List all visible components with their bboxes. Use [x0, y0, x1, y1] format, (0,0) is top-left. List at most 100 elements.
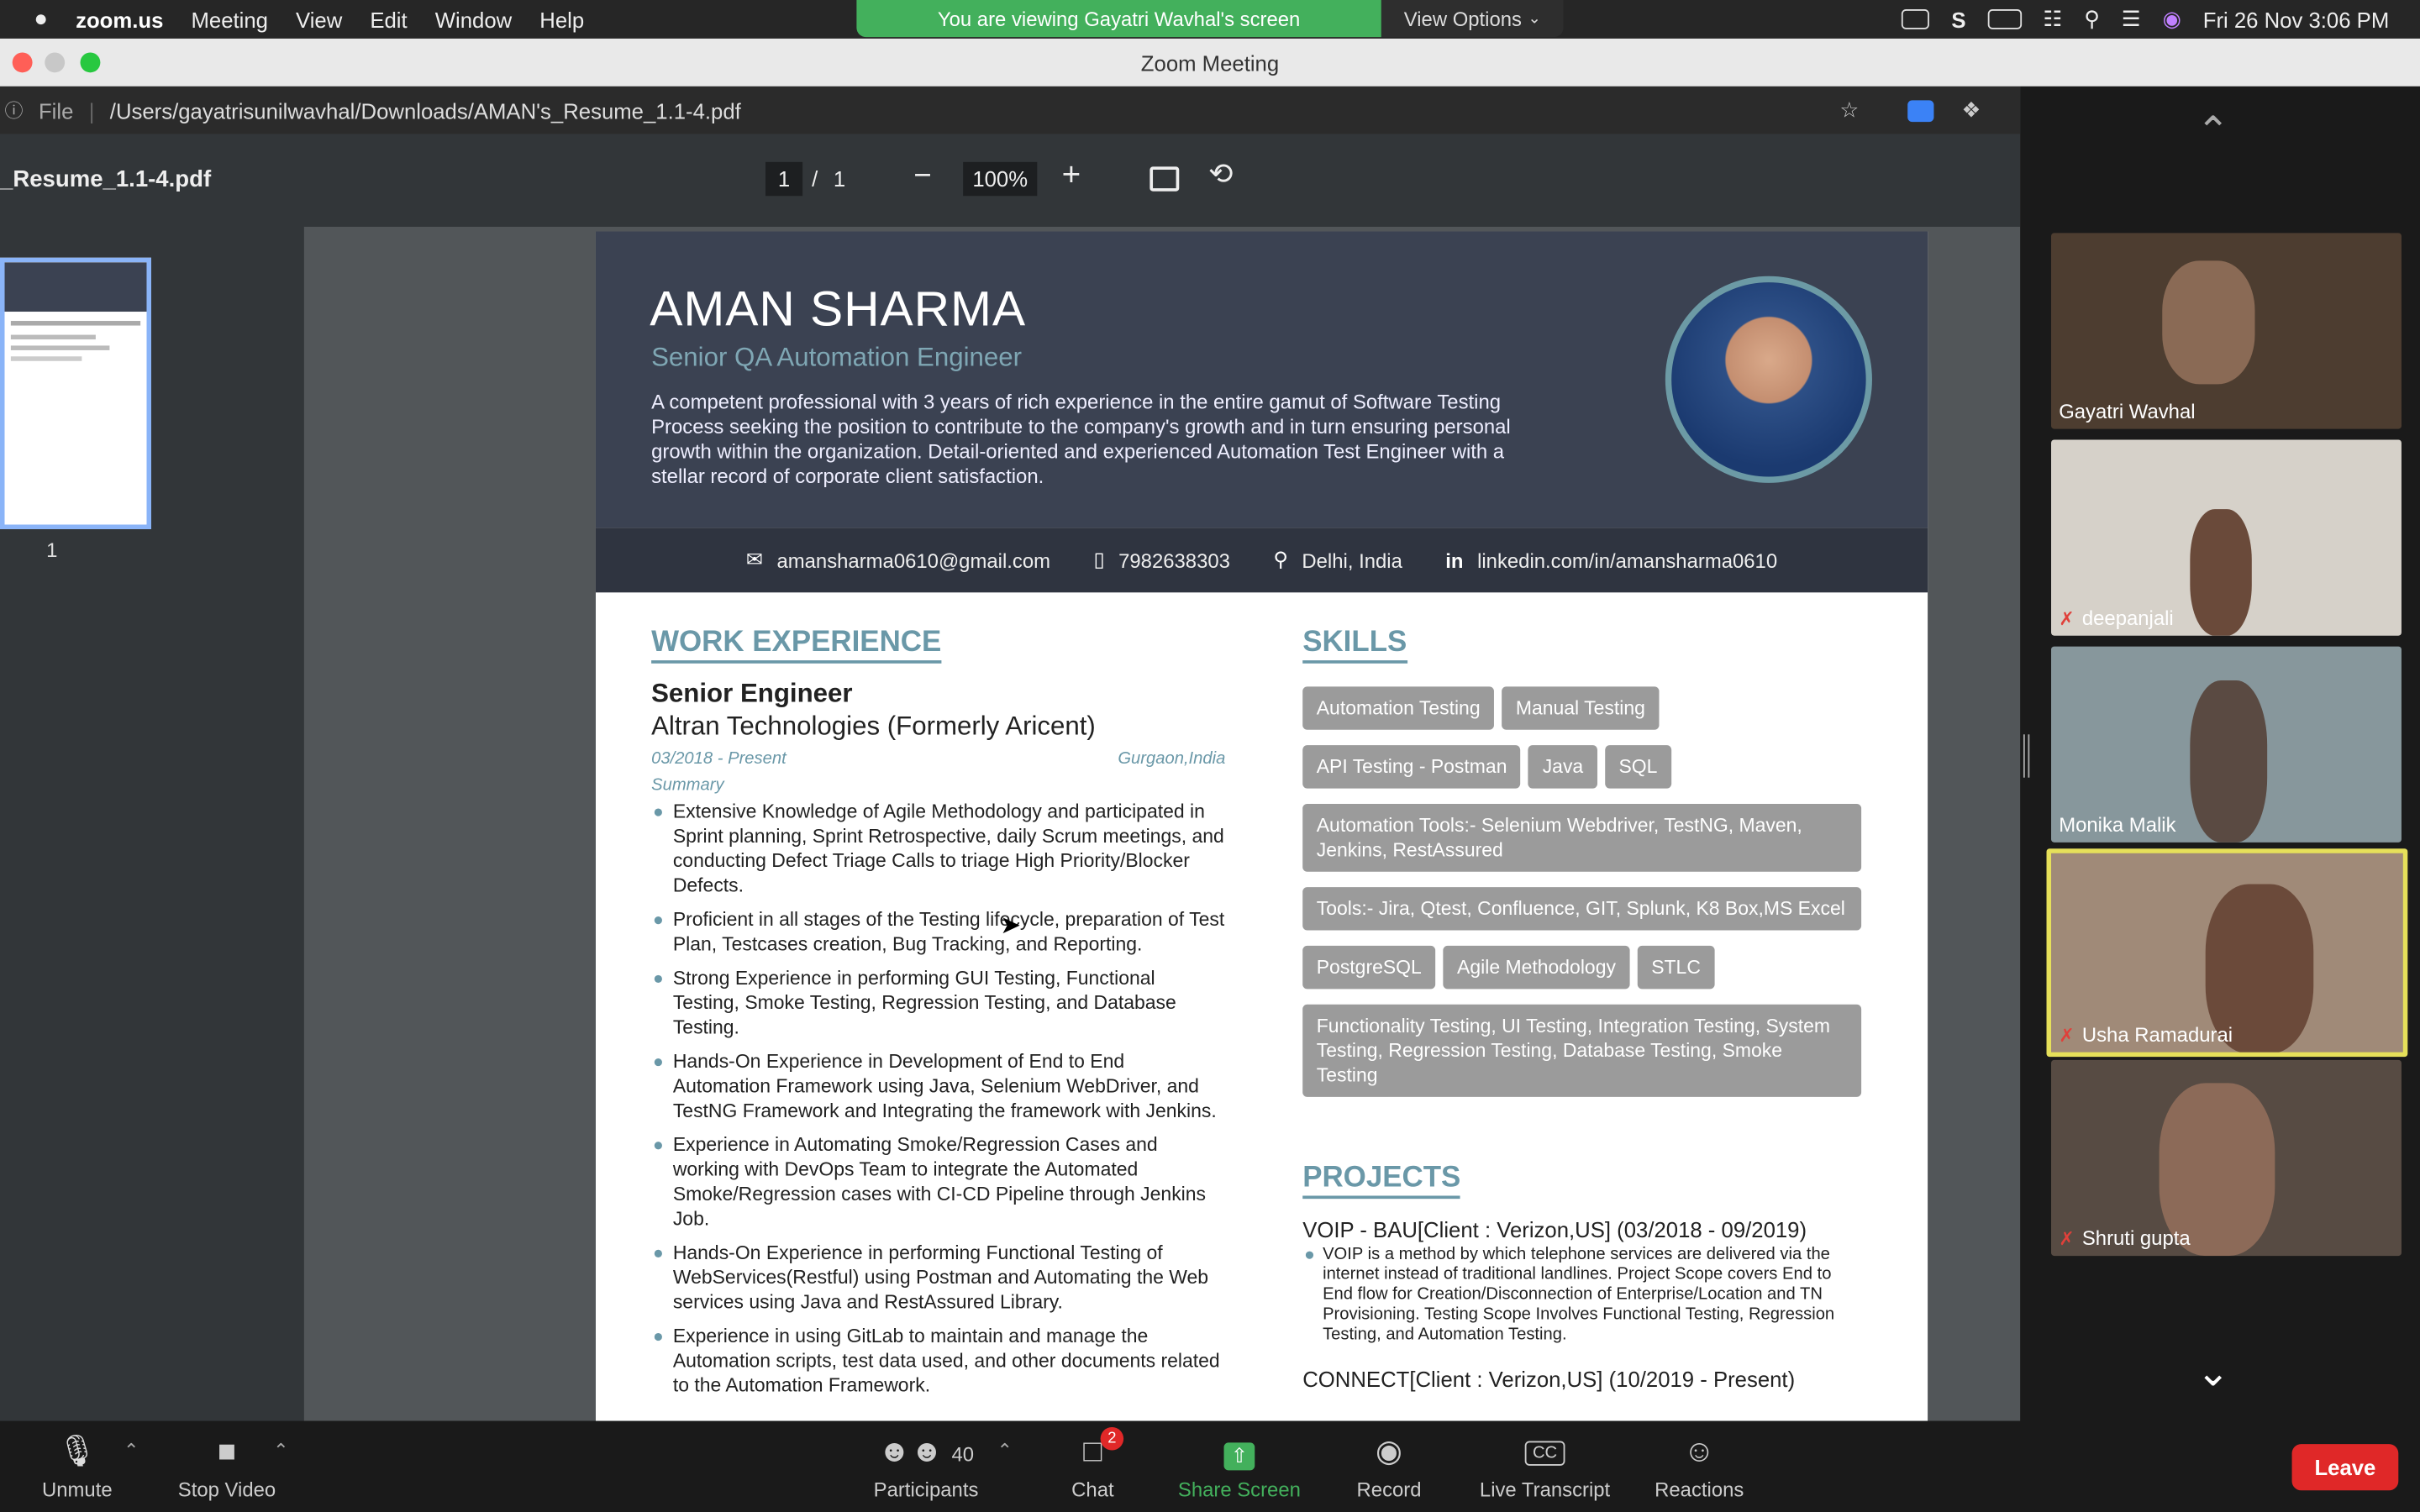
viewing-screen-banner: You are viewing Gayatri Wavhal's screen — [856, 0, 1381, 38]
menu-app-name[interactable]: zoom.us — [76, 7, 163, 31]
thumbnail-page-number: 1 — [46, 538, 58, 562]
experience-bullet: Strong Experience in performing GUI Test… — [651, 966, 1225, 1040]
gallery-down-arrow-icon[interactable]: ⌄ — [2196, 1348, 2230, 1396]
stop-video-button[interactable]: ■ Stop Video — [170, 1421, 284, 1512]
view-options-button[interactable]: View Options ⌄ — [1381, 0, 1564, 38]
file-label: File — [38, 97, 74, 123]
zoom-window-button[interactable] — [80, 52, 101, 73]
record-label: Record — [1356, 1478, 1422, 1502]
menu-help[interactable]: Help — [539, 7, 584, 31]
skill-tag: Automation Tools:- Selenium Webdriver, T… — [1302, 803, 1862, 872]
puzzle-extension-icon[interactable]: ❖ — [1961, 97, 1981, 123]
wifi-icon[interactable]: ☷ — [2043, 6, 2062, 32]
fit-page-icon[interactable] — [1150, 166, 1180, 192]
address-path[interactable]: /Users/gayatrisunilwavhal/Downloads/AMAN… — [110, 98, 741, 123]
menu-view[interactable]: View — [296, 7, 342, 31]
participant-tile[interactable]: ✗ Shruti gupta — [2051, 1059, 2402, 1257]
participant-name: Monika Malik — [2059, 812, 2176, 837]
contact-phone: 7982638303 — [1118, 548, 1230, 572]
minimize-window-button[interactable] — [45, 52, 66, 73]
work-experience-column: WORK EXPERIENCE Senior Engineer Altran T… — [651, 626, 1225, 1407]
resume-role: Senior QA Automation Engineer — [651, 342, 1023, 372]
participant-name: deepanjali — [2081, 606, 2174, 630]
skill-tag: Automation Testing — [1302, 686, 1495, 730]
job-company: Altran Technologies (Formerly Aricent) — [651, 711, 1096, 741]
contact-bar: ✉ amansharma0610@gmail.com ▯ 7982638303 ⚲ D… — [595, 528, 1928, 593]
participant-tile[interactable]: Monika Malik — [2051, 646, 2402, 843]
participants-chevron-icon[interactable]: ⌃ — [997, 1440, 1013, 1462]
leave-button[interactable]: Leave — [2291, 1444, 2399, 1491]
skill-tag: Manual Testing — [1502, 686, 1660, 730]
experience-bullet: Hands-On Experience in performing Functi… — [651, 1241, 1225, 1315]
phone-icon: ▯ — [1093, 548, 1105, 571]
gallery-up-arrow-icon[interactable]: ⌃ — [2196, 108, 2230, 156]
contact-location: Delhi, India — [1302, 548, 1402, 572]
skill-tag: Functionality Testing, UI Testing, Integ… — [1302, 1004, 1862, 1097]
live-transcript-button[interactable]: CC Live Transcript — [1472, 1421, 1618, 1512]
muted-mic-icon: ✗ — [2059, 1023, 2075, 1046]
zoom-level-input[interactable]: 100% — [963, 161, 1038, 197]
project-description: VOIP is a method by which telephone serv… — [1302, 1245, 1865, 1345]
page-thumbnail[interactable] — [0, 257, 152, 530]
video-gallery: ⌃ Gayatri Wavhal ✗ deepanjali Monika Mali… — [2020, 86, 2420, 1421]
window-title-bar: Zoom Meeting — [0, 38, 2420, 87]
page-total: 1 — [833, 166, 846, 192]
chat-bubble-icon: □ — [1083, 1435, 1102, 1469]
star-icon[interactable]: ☆ — [1839, 97, 1859, 123]
live-transcript-label: Live Transcript — [1479, 1478, 1611, 1502]
close-window-button[interactable] — [12, 52, 33, 73]
share-screen-button[interactable]: ⇧ Share Screen — [1173, 1421, 1306, 1512]
view-options-label: View Options — [1403, 7, 1522, 30]
zoom-in-icon[interactable]: + — [1062, 157, 1081, 194]
participant-name: Shruti gupta — [2081, 1226, 2191, 1250]
participant-tile-active-speaker[interactable]: ✗ Usha Ramadurai — [2046, 848, 2408, 1058]
audio-options-chevron-icon[interactable]: ⌃ — [124, 1440, 139, 1462]
battery-icon[interactable] — [1987, 9, 2022, 29]
divider: | — [88, 97, 95, 123]
participant-name: Gayatri Wavhal — [2059, 399, 2196, 423]
menu-edit[interactable]: Edit — [370, 7, 407, 31]
chat-badge: 2 — [1100, 1426, 1124, 1451]
skill-tag: Java — [1528, 745, 1597, 789]
control-center-icon[interactable]: ☰ — [2122, 6, 2141, 32]
zoom-out-icon[interactable]: − — [913, 159, 931, 194]
experience-bullet: Experience in using GitLab to maintain a… — [651, 1324, 1225, 1398]
resume-header: AMAN SHARMA Senior QA Automation Enginee… — [595, 231, 1928, 528]
chevron-down-icon: ⌄ — [1528, 9, 1541, 28]
muted-mic-icon: ✗ — [2059, 606, 2075, 629]
zoom-tray-icon[interactable] — [1902, 9, 1930, 29]
siri-icon[interactable]: ◉ — [2163, 6, 2181, 32]
participants-icon: ☻☻ 40 — [877, 1435, 975, 1469]
projects-heading: PROJECTS — [1302, 1162, 1461, 1200]
menu-meeting[interactable]: Meeting — [191, 7, 267, 31]
reactions-button[interactable]: ☺ Reactions — [1651, 1421, 1747, 1512]
apple-icon[interactable]: ● — [34, 6, 48, 32]
email-icon: ✉ — [745, 548, 763, 571]
resume-summary: A competent professional with 3 years of… — [651, 390, 1511, 488]
stop-video-label: Stop Video — [177, 1478, 276, 1502]
location-pin-icon: ⚲ — [1273, 548, 1288, 571]
info-icon[interactable]: ⓘ — [5, 97, 24, 123]
meeting-toolbar: 🎙 Unmute ⌃ ■ Stop Video ⌃ ☻☻ 40 Particip… — [0, 1420, 2420, 1512]
skill-tag: Agile Methodology — [1443, 945, 1630, 990]
participants-button[interactable]: ☻☻ 40 Participants — [865, 1421, 988, 1512]
rotate-icon[interactable]: ⟲ — [1208, 157, 1233, 192]
page-number-input[interactable]: 1 — [765, 161, 803, 197]
profile-photo — [1665, 276, 1872, 483]
menu-window[interactable]: Window — [435, 7, 512, 31]
unmute-button[interactable]: 🎙 Unmute — [34, 1421, 120, 1512]
s-app-icon[interactable]: S — [1951, 7, 1965, 31]
pdf-page: AMAN SHARMA Senior QA Automation Enginee… — [595, 231, 1928, 1421]
pdf-toolbar: _Resume_1.1-4.pdf 1 / 1 − 100% + ⟲ — [0, 134, 2021, 228]
participant-tile[interactable]: Gayatri Wavhal — [2051, 233, 2402, 429]
skill-tag: SQL — [1604, 745, 1671, 789]
project-title: VOIP - BAU[Client : Verizon,US] (03/2018… — [1302, 1217, 1807, 1242]
clock[interactable]: Fri 26 Nov 3:06 PM — [2203, 7, 2390, 31]
video-options-chevron-icon[interactable]: ⌃ — [273, 1440, 288, 1462]
muted-microphone-icon: 🎙 — [57, 1435, 97, 1469]
search-icon[interactable]: ⚲ — [2084, 6, 2100, 32]
participant-tile[interactable]: ✗ deepanjali — [2051, 439, 2402, 636]
zoom-extension-icon[interactable] — [1907, 99, 1934, 122]
gallery-resize-handle[interactable] — [2023, 734, 2030, 778]
record-button[interactable]: ◉ Record — [1352, 1421, 1426, 1512]
